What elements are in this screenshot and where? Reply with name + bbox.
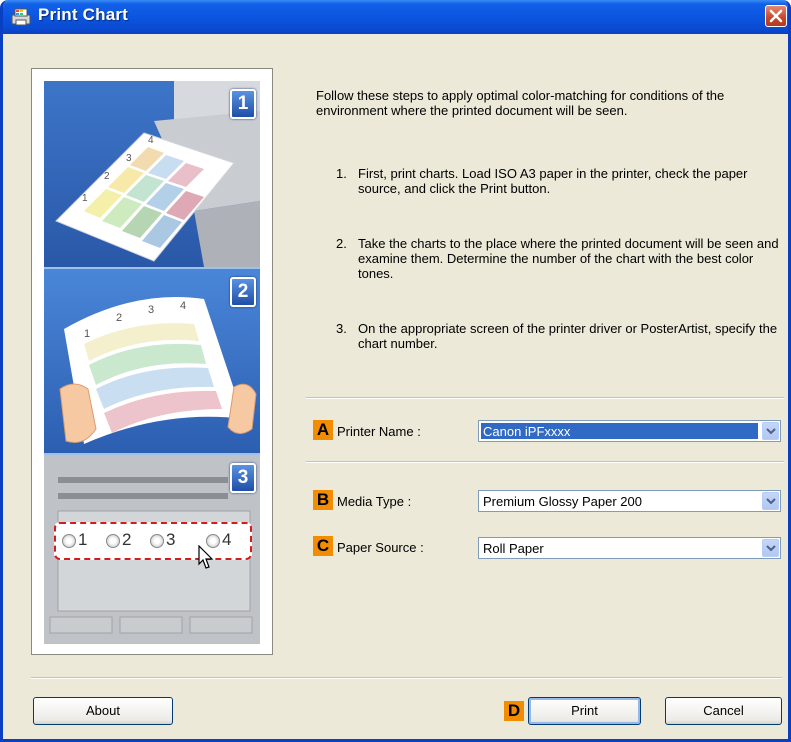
close-button[interactable] <box>765 5 787 27</box>
paper-source-label: Paper Source : <box>337 540 424 555</box>
svg-text:2: 2 <box>104 171 110 182</box>
media-type-dropdown-button[interactable] <box>762 492 779 510</box>
svg-text:4: 4 <box>148 135 154 146</box>
paper-source-dropdown-button[interactable] <box>762 539 779 557</box>
title-bar[interactable]: Print Chart <box>3 0 788 34</box>
printer-name-select[interactable]: Canon iPFxxxx <box>478 420 781 442</box>
footer-separator <box>31 677 782 679</box>
media-type-badge: B <box>313 490 333 510</box>
chevron-down-icon <box>766 428 776 435</box>
paper-source-badge: C <box>313 536 333 556</box>
step-1-text: First, print charts. Load ISO A3 paper i… <box>358 166 748 196</box>
chart-radio-1 <box>62 534 76 548</box>
step-2-number: 2. <box>336 236 347 251</box>
instruction-illustration: 1 2 3 4 1 1 2 3 4 2 3 1 2 3 4 <box>31 68 273 655</box>
svg-text:3: 3 <box>148 304 154 316</box>
cancel-button[interactable]: Cancel <box>665 697 782 725</box>
chart-number-1: 1 <box>78 530 88 549</box>
chart-number-2: 2 <box>122 530 132 549</box>
media-type-select[interactable]: Premium Glossy Paper 200 <box>478 490 781 512</box>
print-button[interactable]: Print <box>528 697 641 725</box>
printer-chart-icon <box>11 8 31 26</box>
print-button-badge: D <box>504 701 524 721</box>
chevron-down-icon <box>766 498 776 505</box>
media-type-value: Premium Glossy Paper 200 <box>483 494 642 509</box>
chevron-down-icon <box>766 545 776 552</box>
about-button[interactable]: About <box>33 697 173 725</box>
paper-source-value: Roll Paper <box>483 541 544 556</box>
svg-text:2: 2 <box>116 312 122 324</box>
printer-output-illustration: 1 2 3 4 <box>55 81 260 267</box>
chart-number-3: 3 <box>166 530 176 549</box>
print-chart-dialog: Print Chart 1 2 3 4 1 1 2 3 4 2 3 1 2 3 … <box>0 0 791 742</box>
printer-name-dropdown-button[interactable] <box>762 422 779 440</box>
chart-radio-3 <box>150 534 164 548</box>
svg-text:1: 1 <box>82 193 88 204</box>
step-badge-1: 1 <box>230 89 256 119</box>
media-type-label: Media Type : <box>337 494 412 509</box>
close-icon <box>769 9 783 23</box>
step-3-text: On the appropriate screen of the printer… <box>358 321 778 351</box>
illustration-panels: 1 2 3 4 1 1 2 3 4 2 3 1 2 3 4 <box>44 81 260 644</box>
step-1-number: 1. <box>336 166 347 181</box>
svg-text:3: 3 <box>126 153 132 164</box>
printer-name-label: Printer Name : <box>337 424 421 439</box>
svg-text:1: 1 <box>84 328 90 340</box>
printer-name-value: Canon iPFxxxx <box>483 424 571 439</box>
svg-text:4: 4 <box>180 300 186 312</box>
chart-number-selector: 1 2 3 4 <box>54 522 252 560</box>
chart-radio-2 <box>106 534 120 548</box>
hands-holding-chart-illustration: 1 2 3 4 <box>59 297 257 444</box>
pointer-cursor-icon <box>198 545 214 569</box>
step-3-number: 3. <box>336 321 347 336</box>
intro-text: Follow these steps to apply optimal colo… <box>316 88 725 118</box>
illustration-step-3: 3 1 2 3 4 <box>44 453 260 644</box>
step-2-text: Take the charts to the place where the p… <box>358 236 779 281</box>
illustration-step-1: 1 2 3 4 1 <box>44 81 260 267</box>
paper-source-select[interactable]: Roll Paper <box>478 537 781 559</box>
step-badge-3: 3 <box>230 463 256 493</box>
printer-name-badge: A <box>313 420 333 440</box>
chart-number-4: 4 <box>222 530 232 549</box>
window-title: Print Chart <box>38 5 129 24</box>
illustration-step-2: 1 2 3 4 2 <box>44 267 260 455</box>
separator <box>306 461 784 463</box>
separator <box>306 397 784 399</box>
step-badge-2: 2 <box>230 277 256 307</box>
